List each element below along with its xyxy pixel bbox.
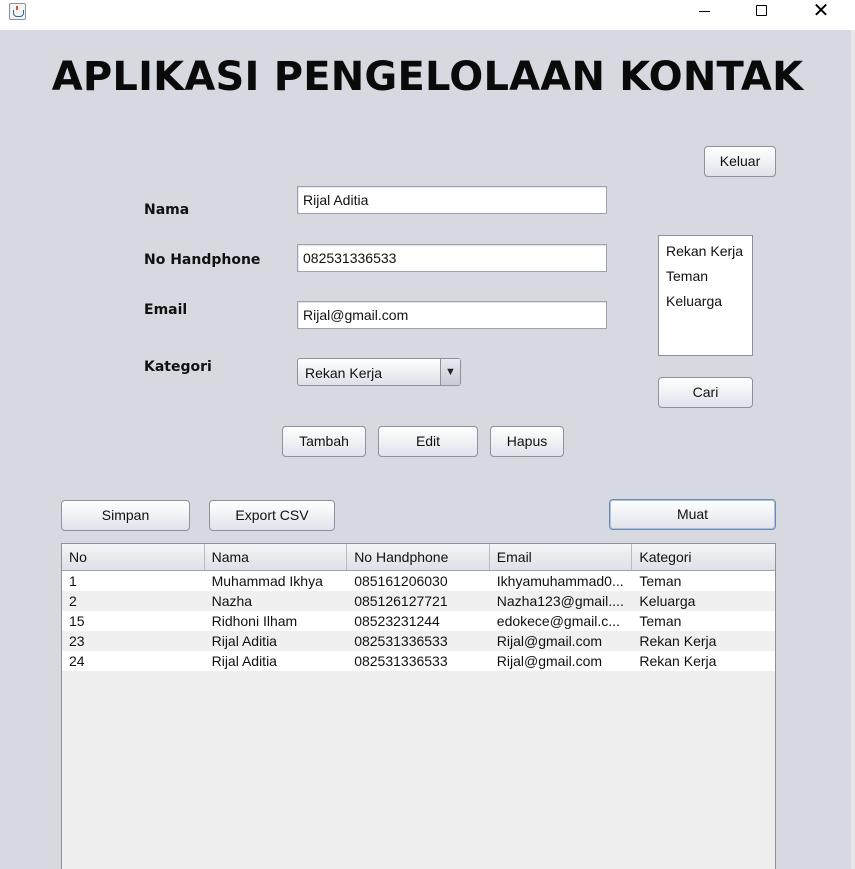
kategori-filter-list[interactable]: Rekan Kerja Teman Keluarga xyxy=(658,235,753,356)
table-row[interactable]: 1 Muhammad Ikhya 085161206030 Ikhyamuham… xyxy=(62,571,775,591)
table-cell: Rijal@gmail.com xyxy=(496,633,603,649)
table-cell: 23 xyxy=(69,633,85,649)
list-item[interactable]: Rekan Kerja xyxy=(659,240,752,265)
table-cell: Teman xyxy=(639,573,682,589)
table-cell: Ikhyamuhammad0... xyxy=(496,573,624,589)
export-csv-button[interactable]: Export CSV xyxy=(209,500,335,531)
table-cell: 24 xyxy=(69,653,85,669)
column-header-nama[interactable]: Nama xyxy=(205,544,348,570)
kategori-dropdown[interactable]: Rekan Kerja ▼ xyxy=(297,358,461,386)
keluar-button[interactable]: Keluar xyxy=(704,146,776,177)
cari-button[interactable]: Cari xyxy=(658,377,753,408)
table-cell: Rekan Kerja xyxy=(639,653,717,669)
table-cell: Nazha123@gmail.... xyxy=(496,593,624,609)
simpan-button[interactable]: Simpan xyxy=(61,500,190,531)
table-cell: Keluarga xyxy=(639,593,696,609)
table-cell: 15 xyxy=(69,613,85,629)
tambah-button[interactable]: Tambah xyxy=(282,426,366,457)
table-row[interactable]: 15 Ridhoni Ilham 08523231244 edokece@gma… xyxy=(62,611,775,631)
nama-label: Nama xyxy=(144,202,190,218)
table-row[interactable]: 23 Rijal Aditia 082531336533 Rijal@gmail… xyxy=(62,631,775,651)
table-cell: Ridhoni Ilham xyxy=(211,613,298,629)
list-item[interactable]: Teman xyxy=(659,265,752,290)
table-cell: edokece@gmail.c... xyxy=(496,613,620,629)
email-input[interactable]: Rijal@gmail.com xyxy=(297,301,607,329)
hapus-button[interactable]: Hapus xyxy=(490,426,564,457)
table-cell: 085161206030 xyxy=(354,573,448,589)
window-titlebar: ✕ xyxy=(0,0,855,30)
table-cell: 082531336533 xyxy=(354,653,448,669)
no-handphone-label: No Handphone xyxy=(144,252,261,268)
column-header-email[interactable]: Email xyxy=(490,544,633,570)
table-cell: 085126127721 xyxy=(354,593,448,609)
table-cell: 2 xyxy=(69,593,77,609)
table-row[interactable]: 2 Nazha 085126127721 Nazha123@gmail.... … xyxy=(62,591,775,611)
table-cell: 08523231244 xyxy=(354,613,440,629)
column-header-kategori[interactable]: Kategori xyxy=(632,544,775,570)
table-cell: 1 xyxy=(69,573,77,589)
minimize-icon[interactable] xyxy=(681,0,727,30)
column-header-no-handphone[interactable]: No Handphone xyxy=(347,544,490,570)
maximize-icon[interactable] xyxy=(739,0,785,30)
muat-button[interactable]: Muat xyxy=(609,499,776,530)
window-right-border xyxy=(851,30,855,869)
table-cell: Teman xyxy=(639,613,682,629)
table-row[interactable]: 24 Rijal Aditia 082531336533 Rijal@gmail… xyxy=(62,651,775,671)
table-header: No Nama No Handphone Email Kategori xyxy=(62,544,775,571)
nama-input[interactable]: Rijal Aditia xyxy=(297,186,607,214)
kategori-selected-value: Rekan Kerja xyxy=(305,365,383,381)
kategori-label: Kategori xyxy=(144,359,212,375)
edit-button[interactable]: Edit xyxy=(378,426,478,457)
list-item[interactable]: Keluarga xyxy=(659,290,752,315)
chevron-down-icon[interactable]: ▼ xyxy=(440,359,460,385)
table-cell: 082531336533 xyxy=(354,633,448,649)
table-cell: Rekan Kerja xyxy=(639,633,717,649)
java-app-icon xyxy=(9,3,26,20)
table-cell: Nazha xyxy=(211,593,253,609)
email-label: Email xyxy=(144,302,188,318)
table-cell: Rijal Aditia xyxy=(211,633,277,649)
table-cell: Rijal Aditia xyxy=(211,653,277,669)
column-header-no[interactable]: No xyxy=(62,544,205,570)
table-cell: Rijal@gmail.com xyxy=(496,653,603,669)
close-icon[interactable]: ✕ xyxy=(798,0,844,30)
no-handphone-input[interactable]: 082531336533 xyxy=(297,244,607,272)
page-title: APLIKASI PENGELOLAAN KONTAK xyxy=(51,54,804,100)
table-cell: Muhammad Ikhya xyxy=(211,573,323,589)
contacts-table[interactable]: No Nama No Handphone Email Kategori 1 Mu… xyxy=(61,543,776,869)
